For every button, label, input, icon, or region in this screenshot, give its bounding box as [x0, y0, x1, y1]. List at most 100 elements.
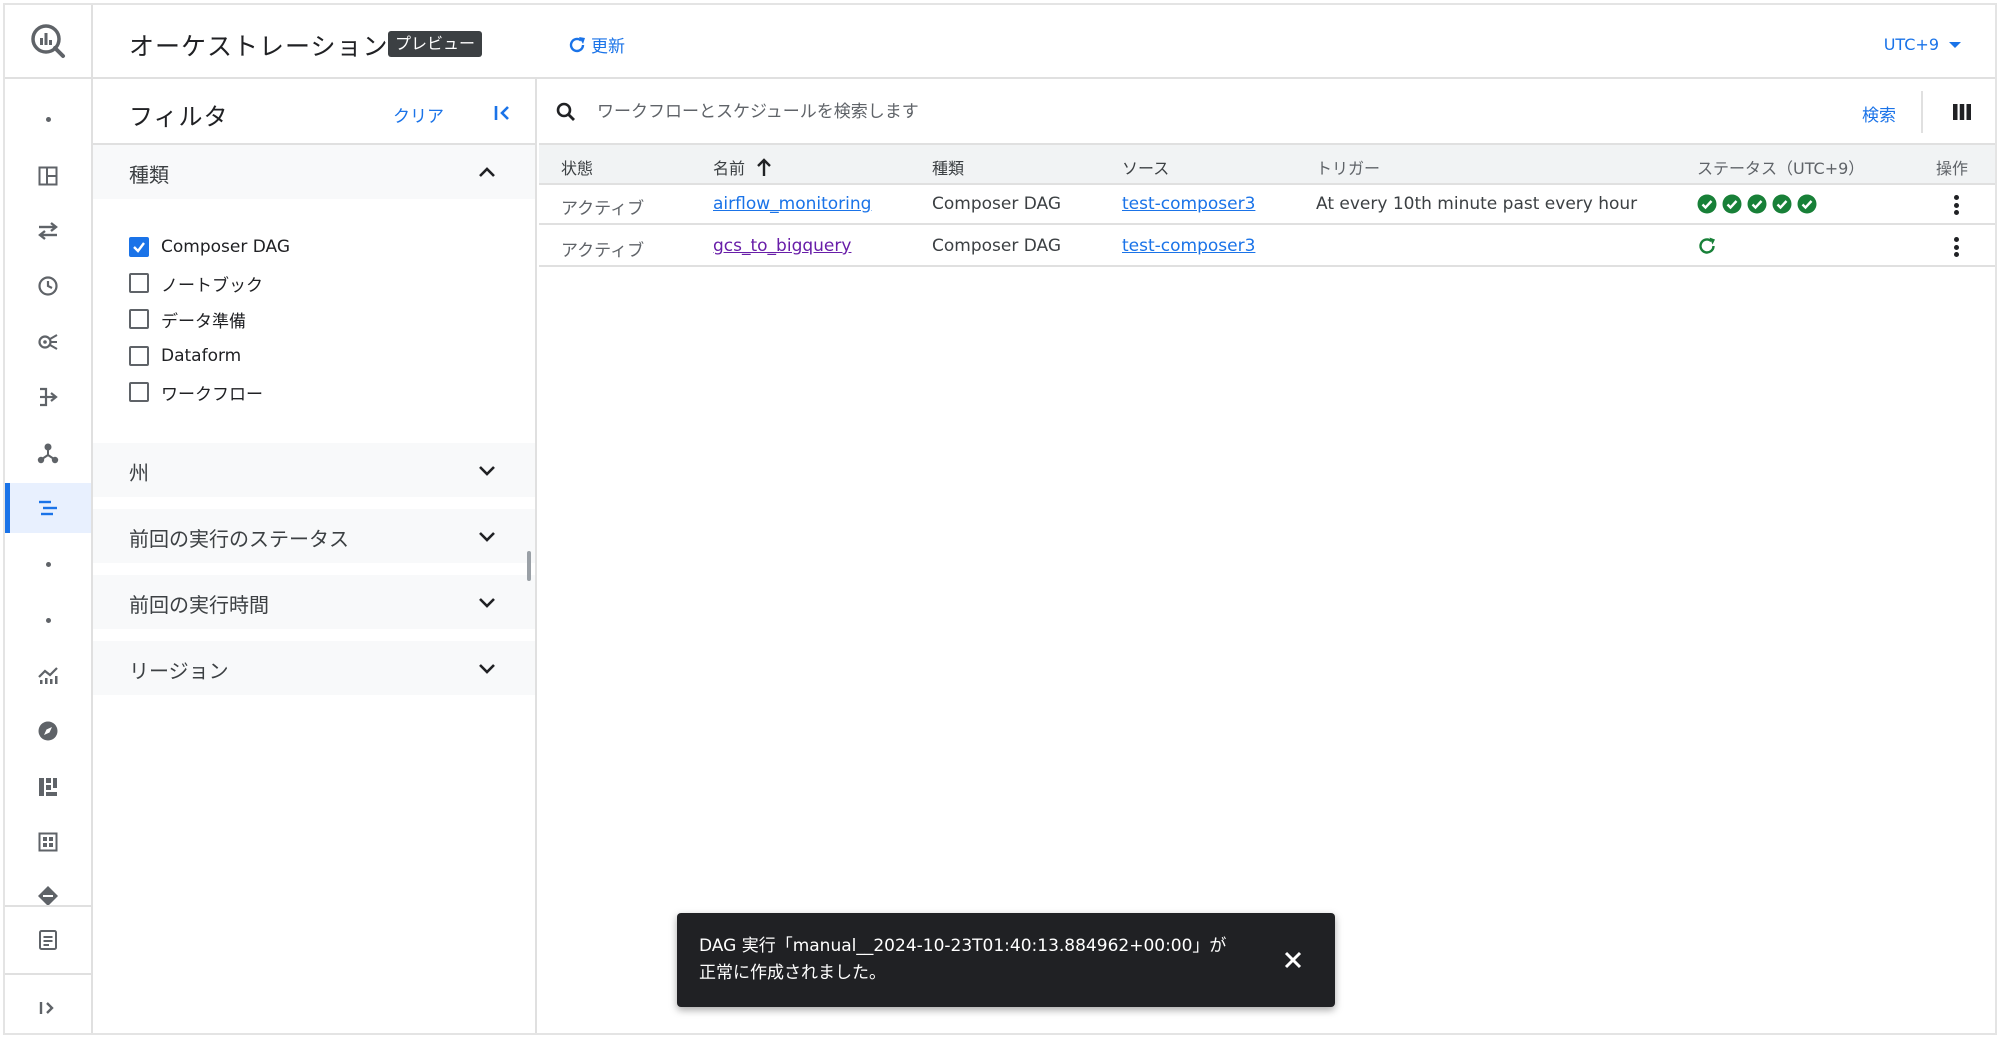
filter-option-label: ノートブック [161, 275, 263, 296]
filter-section-type[interactable]: 種類 [93, 145, 535, 199]
page-title: オーケストレーション [129, 32, 389, 61]
col-header-status[interactable]: ステータス（UTC+9） [1697, 155, 1864, 179]
dataflow-icon[interactable] [5, 372, 91, 422]
collapse-panel-icon[interactable] [489, 99, 517, 127]
rail-dot-icon[interactable] [5, 94, 91, 144]
release-notes-icon[interactable] [5, 915, 91, 965]
col-header-type[interactable]: 種類 [932, 155, 964, 179]
partner-center-icon[interactable] [5, 428, 91, 478]
data-canvas-icon[interactable] [5, 762, 91, 812]
row-type: Composer DAG [932, 194, 1062, 214]
filter-section-label: 前回の実行のステータス [129, 527, 349, 551]
success-check-icon[interactable] [1722, 194, 1742, 214]
search-button[interactable]: 検索 [1862, 101, 1896, 126]
app-window: オーケストレーション プレビュー 更新 UTC+9 フィルタ クリア 種類 Co… [3, 3, 1997, 1035]
filter-option-workflow[interactable]: ワークフロー [129, 377, 263, 407]
col-header-source[interactable]: ソース [1122, 155, 1169, 179]
rail-dot-icon[interactable] [5, 595, 91, 645]
success-check-icon[interactable] [1772, 194, 1792, 214]
filter-option-composer-dag[interactable]: Composer DAG [129, 232, 290, 262]
filter-panel: フィルタ クリア 種類 Composer DAG ノートブック データ準備 Da… [93, 79, 537, 1033]
search-icon [556, 102, 575, 121]
checkbox[interactable] [129, 382, 149, 402]
diamond-icon[interactable] [5, 871, 91, 921]
chevron-down-icon [479, 532, 495, 542]
filter-option-label: データ準備 [161, 311, 246, 332]
column-display-icon[interactable] [1949, 99, 1975, 125]
row-name-link[interactable]: airflow_monitoring [713, 194, 871, 214]
col-header-actions: 操作 [1936, 159, 1969, 178]
filter-section-label: 前回の実行時間 [129, 593, 269, 617]
chevron-up-icon [479, 167, 495, 177]
table-row[interactable]: アクティブ airflow_monitoring Composer DAG te… [539, 185, 1995, 225]
refresh-label: 更新 [591, 37, 625, 57]
orchestration-icon[interactable] [5, 483, 91, 533]
filter-option-data-prep[interactable]: データ準備 [129, 304, 246, 334]
run-status-list [1697, 194, 1817, 214]
col-header-trigger[interactable]: トリガー [1316, 155, 1380, 179]
success-check-icon[interactable] [1697, 194, 1717, 214]
monitoring-icon[interactable] [5, 650, 91, 700]
checkbox[interactable] [129, 309, 149, 329]
filter-section-label: リージョン [129, 659, 229, 683]
success-check-icon[interactable] [1747, 194, 1767, 214]
checkbox-checked[interactable] [129, 237, 149, 257]
row-state: アクティブ [561, 199, 645, 219]
rail-dot-icon[interactable] [5, 539, 91, 589]
search-input[interactable] [597, 97, 1697, 127]
explore-icon[interactable] [5, 706, 91, 756]
table-icon[interactable] [5, 817, 91, 867]
dashboard-icon[interactable] [5, 151, 91, 201]
row-type: Composer DAG [932, 236, 1062, 256]
filter-section-last-run-status[interactable]: 前回の実行のステータス [93, 509, 535, 563]
row-name-link[interactable]: gcs_to_bigquery [713, 236, 851, 256]
filter-option-notebook[interactable]: ノートブック [129, 268, 263, 298]
running-status-icon[interactable] [1697, 236, 1717, 256]
close-icon[interactable] [1281, 948, 1305, 972]
filter-section-state[interactable]: 州 [93, 443, 535, 497]
chevron-down-icon [479, 664, 495, 674]
col-header-name[interactable]: 名前 [713, 155, 773, 179]
filter-scrollbar[interactable] [527, 551, 531, 581]
main-content: 検索 状態 名前 種類 ソース トリガー ステータス（UTC+9） 操作 [539, 79, 1995, 1033]
row-source-link[interactable]: test-composer3 [1122, 236, 1255, 256]
filter-option-dataform[interactable]: Dataform [129, 341, 241, 371]
chevron-down-icon [479, 598, 495, 608]
checkbox[interactable] [129, 346, 149, 366]
expand-rail-icon[interactable] [5, 983, 91, 1033]
col-header-state[interactable]: 状態 [561, 155, 593, 179]
filter-header: フィルタ クリア [93, 79, 535, 145]
schedule-icon[interactable] [5, 261, 91, 311]
refresh-button[interactable]: 更新 [567, 32, 625, 57]
transfer-icon[interactable] [5, 206, 91, 256]
filter-section-last-run-time[interactable]: 前回の実行時間 [93, 575, 535, 629]
filter-section-label: 種類 [129, 163, 169, 187]
table-row[interactable]: アクティブ gcs_to_bigquery Composer DAG test-… [539, 227, 1995, 267]
row-trigger: At every 10th minute past every hour [1316, 194, 1638, 214]
nav-rail [5, 5, 93, 1033]
success-check-icon[interactable] [1797, 194, 1817, 214]
more-actions-icon[interactable] [1944, 235, 1968, 259]
snackbar-message: DAG 実行「manual__2024-10-23T01:40:13.88496… [699, 936, 1227, 983]
filter-option-label: ワークフロー [161, 384, 263, 405]
checkbox[interactable] [129, 273, 149, 293]
table-header: 状態 名前 種類 ソース トリガー ステータス（UTC+9） 操作 [539, 145, 1995, 185]
bigquery-logo-icon[interactable] [5, 5, 91, 79]
timezone-dropdown[interactable]: UTC+9 [1884, 35, 1961, 54]
analytics-hub-icon[interactable] [5, 317, 91, 367]
more-actions-icon[interactable] [1944, 193, 1968, 217]
divider [1921, 91, 1923, 133]
caret-down-icon [1949, 41, 1961, 48]
filter-option-label: Dataform [161, 346, 242, 366]
snackbar-notification: DAG 実行「manual__2024-10-23T01:40:13.88496… [677, 913, 1335, 1007]
filter-option-label: Composer DAG [161, 237, 291, 257]
timezone-label: UTC+9 [1883, 35, 1939, 54]
filter-section-label: 州 [129, 461, 149, 485]
preview-badge: プレビュー [388, 31, 483, 57]
row-source-link[interactable]: test-composer3 [1122, 194, 1255, 214]
chevron-down-icon [479, 466, 495, 476]
sort-ascending-icon [757, 158, 771, 176]
filter-section-region[interactable]: リージョン [93, 641, 535, 695]
clear-filters-button[interactable]: クリア [393, 102, 444, 127]
filter-title: フィルタ [129, 103, 229, 131]
